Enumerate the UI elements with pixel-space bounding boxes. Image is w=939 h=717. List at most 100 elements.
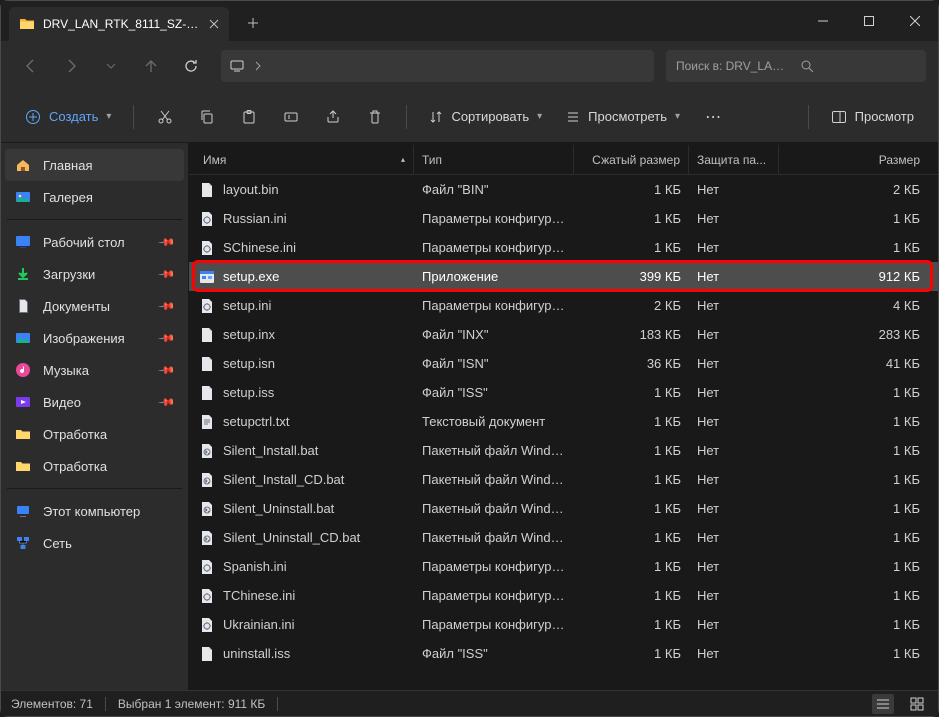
file-row[interactable]: Silent_Uninstall_CD.bat Пакетный файл Win… [189, 523, 938, 552]
file-size: 2 КБ [779, 182, 938, 197]
nav-up-button[interactable] [133, 48, 169, 84]
downloads-icon [15, 266, 31, 282]
sidebar-item-home[interactable]: Главная [5, 149, 184, 181]
file-row[interactable]: SChinese.iniПараметры конфигурац...1 КБН… [189, 233, 938, 262]
file-row[interactable]: Spanish.iniПараметры конфигурац...1 КБНе… [189, 552, 938, 581]
file-row[interactable]: Silent_Uninstall.batПакетный файл Window… [189, 494, 938, 523]
column-compressed-size[interactable]: Сжатый размер [574, 145, 689, 174]
body: Главная Галерея Рабочий стол 📌 Загрузки … [1, 143, 938, 690]
file-row[interactable]: layout.binФайл "BIN"1 КБНет2 КБ [189, 175, 938, 204]
file-name: Russian.ini [223, 211, 287, 226]
column-protection[interactable]: Защита па... [689, 145, 779, 174]
view-button[interactable]: Просмотреть ▾ [556, 99, 690, 135]
file-compressed-size: 36 КБ [574, 356, 689, 371]
nav-forward-button[interactable] [53, 48, 89, 84]
file-name: Silent_Uninstall.bat [223, 501, 334, 516]
more-button[interactable]: ⋯ [694, 99, 732, 135]
monitor-icon [229, 58, 245, 74]
file-row[interactable]: Ukrainian.iniПараметры конфигурац...1 КБ… [189, 610, 938, 639]
file-protection: Нет [689, 356, 779, 371]
file-compressed-size: 1 КБ [574, 617, 689, 632]
column-size[interactable]: Размер [779, 145, 938, 174]
file-type: Файл "BIN" [414, 182, 574, 197]
file-row[interactable]: setup.isnФайл "ISN"36 КБНет41 КБ [189, 349, 938, 378]
sidebar-item-folder1[interactable]: Отработка [5, 418, 184, 450]
file-row[interactable]: setup.issФайл "ISS"1 КБНет1 КБ [189, 378, 938, 407]
file-row[interactable]: setup.exeПриложение399 КБНет912 КБ [189, 262, 938, 291]
sidebar-item-gallery[interactable]: Галерея [5, 181, 184, 213]
create-button[interactable]: Создать ▾ [15, 100, 121, 134]
sidebar-item-folder2[interactable]: Отработка [5, 450, 184, 482]
file-rows[interactable]: layout.binФайл "BIN"1 КБНет2 КБRussian.i… [189, 175, 938, 690]
search-placeholder: Поиск в: DRV_LAN_RTK_8111_SZ [676, 59, 792, 73]
file-row[interactable]: setup.iniПараметры конфигурац...2 КБНет4… [189, 291, 938, 320]
file-name: Silent_Uninstall_CD.bat [223, 530, 360, 545]
folder-icon [15, 458, 31, 474]
maximize-button[interactable] [846, 1, 892, 41]
file-icon [199, 240, 215, 256]
file-protection: Нет [689, 443, 779, 458]
sidebar-item-videos[interactable]: Видео 📌 [5, 386, 184, 418]
file-size: 41 КБ [779, 356, 938, 371]
nav-refresh-button[interactable] [173, 48, 209, 84]
address-bar[interactable] [221, 50, 654, 82]
file-type: Текстовый документ [414, 414, 574, 429]
file-icon [199, 385, 215, 401]
sidebar-item-desktop[interactable]: Рабочий стол 📌 [5, 226, 184, 258]
new-tab-button[interactable] [237, 7, 269, 39]
file-compressed-size: 1 КБ [574, 414, 689, 429]
file-size: 1 КБ [779, 211, 938, 226]
minimize-button[interactable] [800, 1, 846, 41]
column-name[interactable]: Имя ▴ [189, 145, 414, 174]
file-compressed-size: 1 КБ [574, 646, 689, 661]
file-name: setup.exe [223, 269, 279, 284]
details-label: Просмотр [855, 109, 914, 124]
file-size: 1 КБ [779, 240, 938, 255]
file-row[interactable]: Silent_Install_CD.batПакетный файл Windo… [189, 465, 938, 494]
paste-button[interactable] [230, 99, 268, 135]
delete-button[interactable] [356, 99, 394, 135]
file-row[interactable]: TChinese.iniПараметры конфигурац...1 КБН… [189, 581, 938, 610]
home-icon [15, 157, 31, 173]
search-input[interactable]: Поиск в: DRV_LAN_RTK_8111_SZ [666, 50, 926, 82]
column-type[interactable]: Тип [414, 145, 574, 174]
details-view-button[interactable] [872, 694, 894, 714]
file-name: layout.bin [223, 182, 279, 197]
status-bar: Элементов: 71 Выбран 1 элемент: 911 КБ [1, 690, 938, 716]
tab-close-button[interactable] [207, 16, 221, 32]
sidebar: Главная Галерея Рабочий стол 📌 Загрузки … [1, 143, 189, 690]
file-row[interactable]: setupctrl.txtТекстовый документ1 КБНет1 … [189, 407, 938, 436]
file-row[interactable]: Silent_Install.batПакетный файл Windows1… [189, 436, 938, 465]
sidebar-item-pictures[interactable]: Изображения 📌 [5, 322, 184, 354]
file-type: Файл "INX" [414, 327, 574, 342]
details-pane-button[interactable]: Просмотр [821, 99, 924, 135]
file-protection: Нет [689, 327, 779, 342]
window-tab[interactable]: DRV_LAN_RTK_8111_SZ-TSD_W [9, 7, 229, 41]
file-icon [199, 559, 215, 575]
nav-back-button[interactable] [13, 48, 49, 84]
file-size: 1 КБ [779, 646, 938, 661]
sidebar-item-thispc[interactable]: Этот компьютер [5, 495, 184, 527]
file-size: 1 КБ [779, 385, 938, 400]
copy-button[interactable] [188, 99, 226, 135]
file-protection: Нет [689, 646, 779, 661]
close-button[interactable] [892, 1, 938, 41]
file-type: Приложение [414, 269, 574, 284]
tab-title: DRV_LAN_RTK_8111_SZ-TSD_W [43, 17, 199, 31]
rename-button[interactable] [272, 99, 310, 135]
sort-button[interactable]: Сортировать ▾ [419, 99, 552, 135]
file-row[interactable]: Russian.iniПараметры конфигурац...1 КБНе… [189, 204, 938, 233]
sidebar-item-music[interactable]: Музыка 📌 [5, 354, 184, 386]
chevron-down-icon: ▾ [106, 111, 111, 122]
sidebar-item-documents[interactable]: Документы 📌 [5, 290, 184, 322]
file-type: Пакетный файл Windows [414, 530, 574, 545]
file-row[interactable]: uninstall.issФайл "ISS"1 КБНет1 КБ [189, 639, 938, 668]
share-button[interactable] [314, 99, 352, 135]
sort-label: Сортировать [451, 109, 529, 124]
nav-recent-button[interactable] [93, 48, 129, 84]
sidebar-item-downloads[interactable]: Загрузки 📌 [5, 258, 184, 290]
cut-button[interactable] [146, 99, 184, 135]
file-row[interactable]: setup.inxФайл "INX"183 КБНет283 КБ [189, 320, 938, 349]
tiles-view-button[interactable] [906, 694, 928, 714]
sidebar-item-network[interactable]: Сеть [5, 527, 184, 559]
